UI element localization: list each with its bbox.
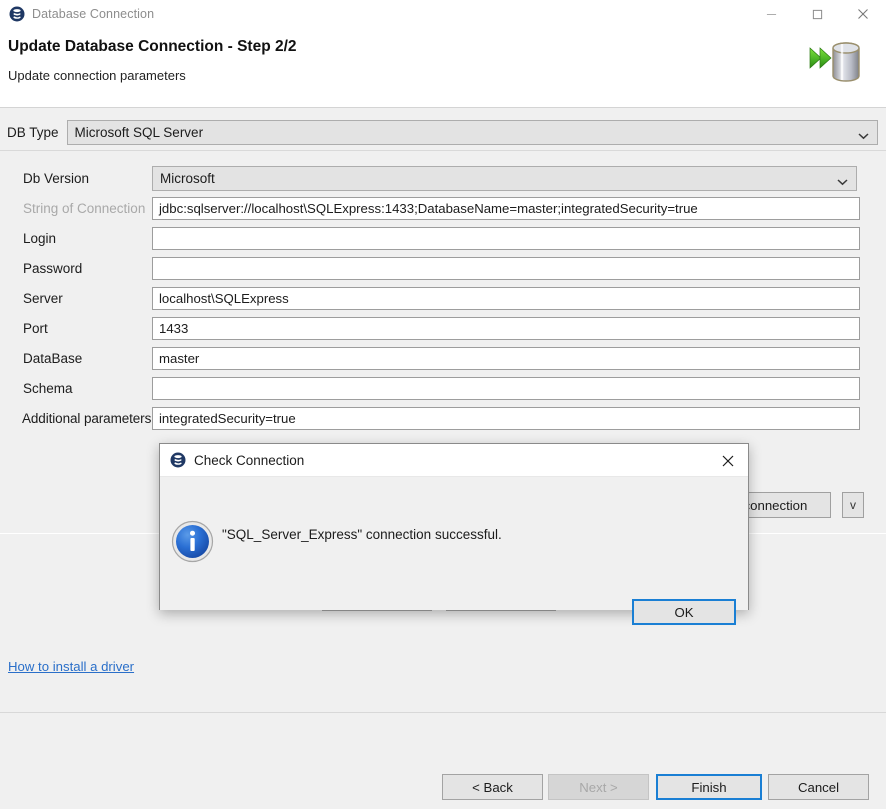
database-connection-icon <box>9 6 25 22</box>
wizard-button-bar: < Back Next > Finish Cancel <box>0 713 886 809</box>
how-to-install-driver-link[interactable]: How to install a driver <box>8 659 134 674</box>
dialog-message: "SQL_Server_Express" connection successf… <box>222 527 502 542</box>
schema-label: Schema <box>0 381 152 396</box>
schema-input[interactable] <box>152 377 860 400</box>
minimize-icon[interactable] <box>748 0 794 28</box>
page-subtitle: Update connection parameters <box>8 68 186 83</box>
next-button: Next > <box>548 774 649 800</box>
info-icon <box>171 520 214 563</box>
db-type-value: Microsoft SQL Server <box>75 125 204 140</box>
wizard-header: Update Database Connection - Step 2/2 Up… <box>0 28 886 108</box>
db-type-separator <box>0 150 886 151</box>
form-row-database: DataBase master <box>0 343 886 373</box>
back-button-label: < Back <box>472 780 513 795</box>
db-version-select[interactable]: Microsoft <box>152 166 857 191</box>
server-input[interactable]: localhost\SQLExpress <box>152 287 860 310</box>
close-icon[interactable] <box>708 444 748 477</box>
form-row-port: Port 1433 <box>0 313 886 343</box>
form-row-server: Server localhost\SQLExpress <box>0 283 886 313</box>
additional-parameters-input[interactable]: integratedSecurity=true <box>152 407 860 430</box>
window-title: Database Connection <box>32 7 154 21</box>
dialog-title: Check Connection <box>194 453 304 468</box>
form-row-connection-string: String of Connection jdbc:sqlserver://lo… <box>0 193 886 223</box>
database-import-icon <box>806 38 868 90</box>
dialog-body: "SQL_Server_Express" connection successf… <box>160 477 748 610</box>
dialog-ok-button[interactable]: OK <box>632 599 736 625</box>
database-connection-icon <box>170 452 186 468</box>
server-value: localhost\SQLExpress <box>159 291 289 306</box>
test-connection-dropdown-button[interactable]: v <box>842 492 864 518</box>
finish-button-label: Finish <box>691 780 726 795</box>
password-label: Password <box>0 261 152 276</box>
database-input[interactable]: master <box>152 347 860 370</box>
database-connection-window: Database Connection Update Database Conn… <box>0 0 886 809</box>
additional-parameters-value: integratedSecurity=true <box>159 411 296 426</box>
window-controls <box>748 0 886 28</box>
string-of-connection-value: jdbc:sqlserver://localhost\SQLExpress:14… <box>159 201 698 216</box>
cancel-button-label: Cancel <box>798 780 839 795</box>
dialog-titlebar: Check Connection <box>160 444 748 477</box>
port-input[interactable]: 1433 <box>152 317 860 340</box>
cancel-button[interactable]: Cancel <box>768 774 869 800</box>
port-value: 1433 <box>159 321 188 336</box>
connection-form: Db Version Microsoft String of Connectio… <box>0 163 886 433</box>
form-row-login: Login <box>0 223 886 253</box>
back-button[interactable]: < Back <box>442 774 543 800</box>
page-title: Update Database Connection - Step 2/2 <box>8 38 297 56</box>
login-input[interactable] <box>152 227 860 250</box>
maximize-icon[interactable] <box>794 0 840 28</box>
check-connection-dialog: Check Connection <box>159 443 749 610</box>
db-type-label: DB Type <box>7 125 59 140</box>
db-type-select[interactable]: Microsoft SQL Server <box>67 120 878 145</box>
server-label: Server <box>0 291 152 306</box>
database-label: DataBase <box>0 351 152 366</box>
window-titlebar: Database Connection <box>0 0 886 28</box>
port-label: Port <box>0 321 152 336</box>
form-row-password: Password <box>0 253 886 283</box>
chevron-down-icon <box>858 128 869 136</box>
string-of-connection-input[interactable]: jdbc:sqlserver://localhost\SQLExpress:14… <box>152 197 860 220</box>
next-button-label: Next > <box>579 780 617 795</box>
form-row-additional-parameters: Additional parameters integratedSecurity… <box>0 403 886 433</box>
string-of-connection-label: String of Connection <box>0 201 152 216</box>
dialog-ok-label: OK <box>674 605 693 620</box>
chevron-down-icon <box>837 174 848 182</box>
additional-parameters-label: Additional parameters <box>0 411 152 426</box>
db-version-label: Db Version <box>0 171 152 186</box>
db-type-row: DB Type Microsoft SQL Server <box>0 119 886 145</box>
db-version-value: Microsoft <box>160 171 215 186</box>
login-label: Login <box>0 231 152 246</box>
password-input[interactable] <box>152 257 860 280</box>
database-value: master <box>159 351 199 366</box>
close-icon[interactable] <box>840 0 886 28</box>
form-row-db-version: Db Version Microsoft <box>0 163 886 193</box>
form-row-schema: Schema <box>0 373 886 403</box>
finish-button[interactable]: Finish <box>656 774 762 800</box>
test-connection-dropdown-label: v <box>850 498 856 512</box>
